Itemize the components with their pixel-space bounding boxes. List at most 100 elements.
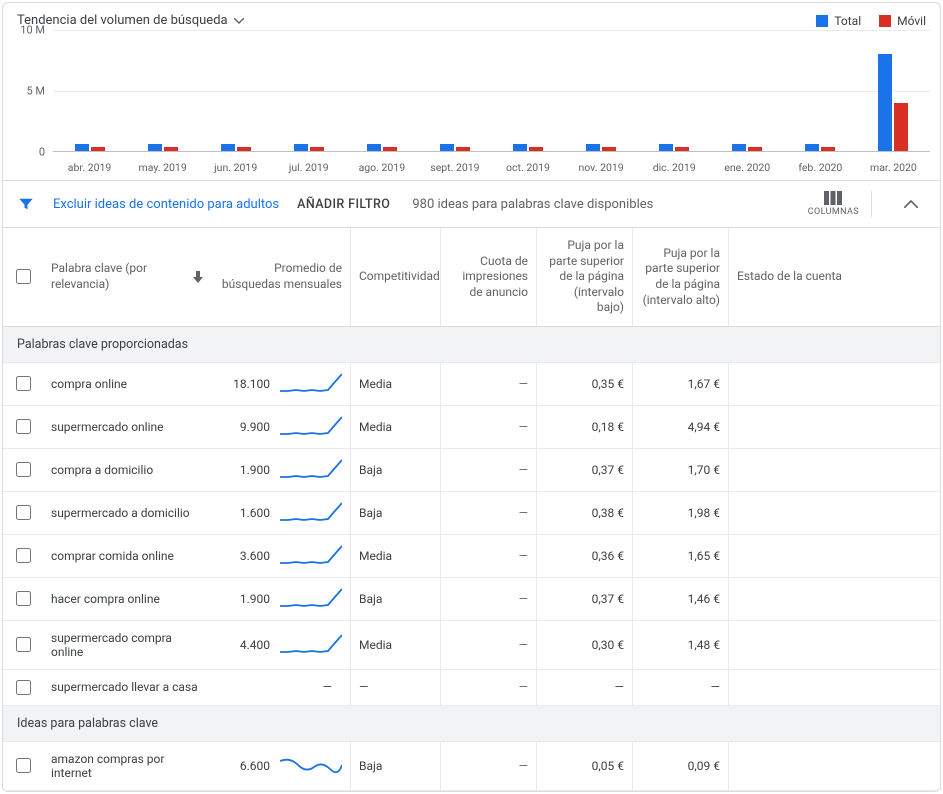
status-cell bbox=[729, 492, 940, 534]
table-row[interactable]: compra a domicilio1.900Baja—0,37 €1,70 € bbox=[3, 449, 940, 492]
row-checkbox[interactable] bbox=[16, 637, 31, 652]
select-all-checkbox[interactable] bbox=[16, 269, 31, 284]
y-tick: 5 M bbox=[26, 85, 45, 98]
row-checkbox[interactable] bbox=[16, 376, 31, 391]
bidlow-cell: 0,05 € bbox=[537, 742, 633, 790]
chart-month-col[interactable] bbox=[711, 30, 784, 151]
chart-month-col[interactable] bbox=[53, 30, 126, 151]
legend-movil[interactable]: Móvil bbox=[879, 14, 926, 28]
table-row[interactable]: supermercado compra online4.400Media—0,3… bbox=[3, 621, 940, 670]
add-filter-button[interactable]: AÑADIR FILTRO bbox=[297, 197, 390, 212]
table-row[interactable]: hacer compra online1.900Baja—0,37 €1,46 … bbox=[3, 578, 940, 621]
chart-x-labels: abr. 2019may. 2019jun. 2019jul. 2019ago.… bbox=[53, 161, 930, 174]
collapse-button[interactable] bbox=[890, 200, 926, 208]
row-checkbox[interactable] bbox=[16, 758, 31, 773]
comp-cell: — bbox=[351, 670, 441, 705]
keyword-cell[interactable]: supermercado compra online bbox=[43, 621, 211, 669]
impr-cell: — bbox=[441, 406, 537, 448]
bar-total bbox=[75, 144, 89, 151]
bar-movil bbox=[894, 103, 908, 151]
keyword-text: supermercado online bbox=[51, 420, 164, 434]
row-checkbox[interactable] bbox=[16, 419, 31, 434]
row-checkbox[interactable] bbox=[16, 680, 31, 695]
table-row[interactable]: comprar comida online3.600Media—0,36 €1,… bbox=[3, 535, 940, 578]
chart-month-col[interactable] bbox=[638, 30, 711, 151]
impr-cell: — bbox=[441, 621, 537, 669]
chart-month-col[interactable] bbox=[199, 30, 272, 151]
col-comp-header[interactable]: Competitividad bbox=[351, 228, 441, 326]
keyword-cell[interactable]: comprar comida online bbox=[43, 535, 211, 577]
table-row[interactable]: supermercado a domicilio1.600Baja—0,38 €… bbox=[3, 492, 940, 535]
avg-cell: 3.600 bbox=[211, 535, 351, 577]
exclude-adult-filter[interactable]: Excluir ideas de contenido para adultos bbox=[53, 197, 279, 212]
col-impr-header[interactable]: Cuota de impresiones de anuncio bbox=[441, 228, 537, 326]
keyword-cell[interactable]: hacer compra online bbox=[43, 578, 211, 620]
chart-month-col[interactable] bbox=[272, 30, 345, 151]
x-axis-label: oct. 2019 bbox=[491, 161, 564, 174]
bidhigh-cell: 4,94 € bbox=[633, 406, 729, 448]
col-avg-header[interactable]: Promedio de búsquedas mensuales bbox=[211, 228, 351, 326]
keyword-cell[interactable]: supermercado llevar a casa bbox=[43, 670, 211, 705]
table-row[interactable]: compra online18.100Media—0,35 €1,67 € bbox=[3, 363, 940, 406]
status-cell bbox=[729, 578, 940, 620]
bar-movil bbox=[456, 147, 470, 151]
table-row[interactable]: amazon compras por internet6.600Baja—0,0… bbox=[3, 742, 940, 791]
x-axis-label: ago. 2019 bbox=[345, 161, 418, 174]
keyword-cell[interactable]: compra a domicilio bbox=[43, 449, 211, 491]
ideas-available-text: 980 ideas para palabras clave disponible… bbox=[412, 197, 653, 212]
bar-movil bbox=[310, 147, 324, 151]
col-status-header[interactable]: Estado de la cuenta bbox=[729, 228, 940, 326]
col-bidhigh-header[interactable]: Puja por la parte superior de la página … bbox=[633, 228, 729, 326]
columns-button[interactable]: COLUMNAS bbox=[796, 191, 872, 217]
chart-month-col[interactable] bbox=[857, 30, 930, 151]
col-keyword-label: Palabra clave (por relevancia) bbox=[51, 261, 183, 292]
keyword-text: amazon compras por internet bbox=[51, 752, 203, 780]
row-checkbox-cell bbox=[3, 492, 43, 534]
bidlow-cell: — bbox=[537, 670, 633, 705]
chart-title-dropdown[interactable]: Tendencia del volumen de búsqueda bbox=[17, 13, 244, 28]
keyword-cell[interactable]: amazon compras por internet bbox=[43, 742, 211, 790]
chart-month-col[interactable] bbox=[126, 30, 199, 151]
bidlow-cell: 0,38 € bbox=[537, 492, 633, 534]
status-cell bbox=[729, 742, 940, 790]
chart-month-col[interactable] bbox=[784, 30, 857, 151]
sort-down-icon bbox=[193, 271, 203, 283]
avg-cell: 1.900 bbox=[211, 449, 351, 491]
avg-cell: 6.600 bbox=[211, 742, 351, 790]
chart-month-col[interactable] bbox=[345, 30, 418, 151]
avg-cell: 1.900 bbox=[211, 578, 351, 620]
status-cell bbox=[729, 363, 940, 405]
impr-cell: — bbox=[441, 742, 537, 790]
comp-cell: Media bbox=[351, 406, 441, 448]
chart-month-col[interactable] bbox=[491, 30, 564, 151]
bar-movil bbox=[821, 147, 835, 151]
filter-icon[interactable] bbox=[17, 195, 35, 213]
keyword-cell[interactable]: supermercado a domicilio bbox=[43, 492, 211, 534]
row-checkbox-cell bbox=[3, 578, 43, 620]
bar-movil bbox=[91, 147, 105, 151]
row-checkbox[interactable] bbox=[16, 505, 31, 520]
avg-value: 1.900 bbox=[240, 463, 270, 477]
y-tick: 0 bbox=[39, 146, 45, 159]
table-row[interactable]: supermercado llevar a casa————— bbox=[3, 670, 940, 706]
col-bidlow-header[interactable]: Puja por la parte superior de la página … bbox=[537, 228, 633, 326]
row-checkbox[interactable] bbox=[16, 591, 31, 606]
bar-movil bbox=[748, 147, 762, 151]
row-checkbox[interactable] bbox=[16, 548, 31, 563]
row-checkbox[interactable] bbox=[16, 462, 31, 477]
bidlow-cell: 0,18 € bbox=[537, 406, 633, 448]
chart-month-col[interactable] bbox=[565, 30, 638, 151]
filter-bar: Excluir ideas de contenido para adultos … bbox=[3, 180, 940, 227]
keyword-cell[interactable]: compra online bbox=[43, 363, 211, 405]
chevron-down-icon bbox=[234, 18, 244, 24]
impr-cell: — bbox=[441, 363, 537, 405]
legend-total[interactable]: Total bbox=[816, 14, 861, 28]
comp-cell: Media bbox=[351, 535, 441, 577]
chart-title: Tendencia del volumen de búsqueda bbox=[17, 13, 228, 28]
keyword-cell[interactable]: supermercado online bbox=[43, 406, 211, 448]
chart-month-col[interactable] bbox=[418, 30, 491, 151]
col-keyword-header[interactable]: Palabra clave (por relevancia) bbox=[43, 228, 211, 326]
row-checkbox-cell bbox=[3, 670, 43, 705]
sparkline bbox=[280, 755, 342, 777]
table-row[interactable]: supermercado online9.900Media—0,18 €4,94… bbox=[3, 406, 940, 449]
